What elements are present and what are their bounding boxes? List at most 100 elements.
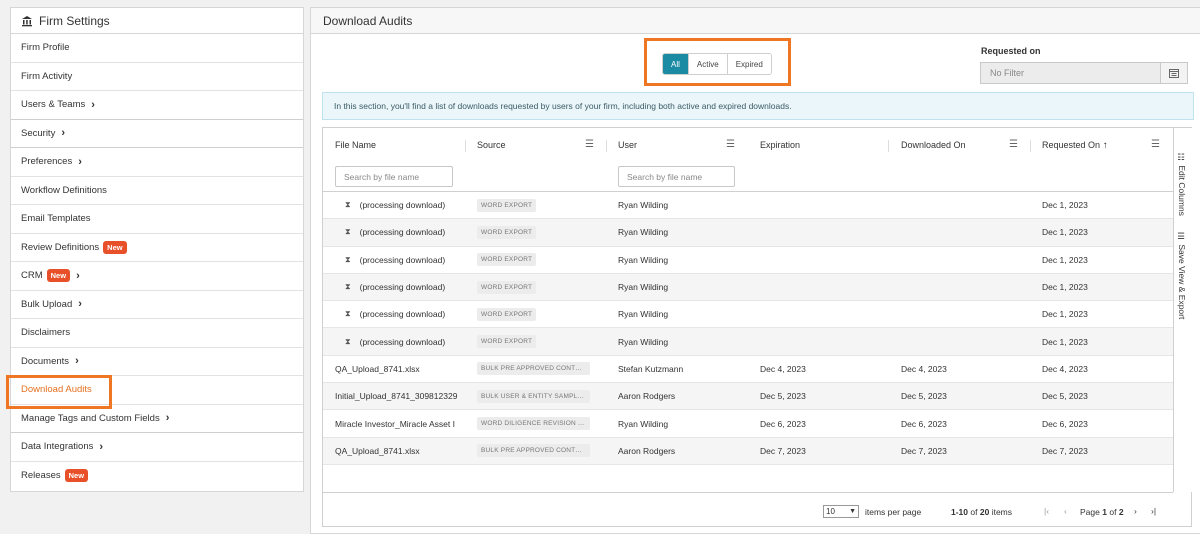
cell-expiration: Dec 5, 2023 — [760, 391, 806, 402]
table-row[interactable]: ⧗ (processing download) WORD EXPORT Ryan Wi… — [323, 328, 1173, 356]
file-name-search-input[interactable]: Search by file name — [335, 166, 453, 187]
next-page-icon[interactable]: › — [1134, 506, 1137, 516]
sidebar-item-firm-profile[interactable]: Firm Profile — [11, 34, 303, 63]
table-row[interactable]: QA_Upload_8741.xlsx BULK PRE APPROVED CON… — [323, 437, 1173, 465]
calendar-icon[interactable] — [1160, 63, 1187, 83]
chevron-right-icon: › — [78, 155, 82, 168]
table-row[interactable]: Initial_Upload_8741_309812329 BULK USER &… — [323, 383, 1173, 411]
grid-header: File Name Source ☰ User ☰ Expiration Dow… — [323, 128, 1173, 192]
cell-requested-on: Dec 1, 2023 — [1042, 254, 1088, 265]
source-badge: WORD EXPORT — [477, 225, 537, 239]
sort-ascending-icon: ↑ — [1102, 140, 1108, 151]
table-row[interactable]: ⧗ (processing download) WORD EXPORT Ryan Wi… — [323, 219, 1173, 247]
cell-user: Ryan Wilding — [618, 200, 669, 211]
cell-requested-on: Dec 6, 2023 — [1042, 418, 1088, 429]
sidebar-item-preferences[interactable]: Preferences › — [11, 148, 303, 177]
cell-file-name: ⧗ (processing download) — [345, 282, 446, 293]
prev-page-icon[interactable]: ‹ — [1064, 506, 1067, 516]
last-page-icon[interactable]: ›| — [1151, 506, 1156, 516]
user-search-input[interactable]: Search by file name — [618, 166, 735, 187]
new-badge: New — [46, 269, 71, 283]
column-expiration[interactable]: Expiration — [760, 140, 800, 150]
column-menu-icon[interactable]: ☰ — [1151, 139, 1160, 150]
table-row[interactable]: ⧗ (processing download) WORD EXPORT Ryan Wi… — [323, 273, 1173, 302]
column-menu-icon[interactable]: ☰ — [726, 139, 735, 150]
cell-file-name: ⧗ (processing download) — [345, 309, 446, 320]
hourglass-icon: ⧗ — [345, 254, 351, 264]
sidebar-item-bulk-upload[interactable]: Bulk Upload › — [11, 291, 303, 319]
column-file-name[interactable]: File Name — [335, 140, 376, 150]
column-menu-icon[interactable]: ☰ — [585, 139, 594, 150]
sidebar-item-crm[interactable]: CRM New › — [11, 262, 303, 291]
column-requested-on[interactable]: Requested On ↑ — [1042, 140, 1108, 151]
requested-on-date-filter[interactable]: No Filter — [980, 62, 1188, 84]
cell-file-name: Initial_Upload_8741_309812329 — [335, 391, 458, 402]
cell-source: WORD EXPORT — [477, 247, 597, 273]
cell-expiration: Dec 6, 2023 — [760, 418, 806, 429]
first-page-icon[interactable]: |‹ — [1044, 506, 1049, 516]
source-badge: WORD EXPORT — [477, 335, 537, 349]
edit-columns-button[interactable]: ☷ Edit Columns — [1177, 153, 1187, 216]
sidebar-item-disclaimers[interactable]: Disclaimers — [11, 319, 303, 348]
sidebar-item-data-integrations[interactable]: Data Integrations › — [11, 433, 303, 462]
cell-expiration: Dec 4, 2023 — [760, 363, 806, 374]
cell-requested-on: Dec 1, 2023 — [1042, 309, 1088, 320]
table-row[interactable]: ⧗ (processing download) WORD EXPORT Ryan Wi… — [323, 301, 1173, 329]
sidebar-item-releases[interactable]: Releases New — [11, 462, 303, 491]
cell-source: WORD EXPORT — [477, 301, 597, 327]
hourglass-icon: ⧗ — [345, 309, 351, 319]
sidebar-item-email-templates[interactable]: Email Templates — [11, 205, 303, 234]
table-row[interactable]: ⧗ (processing download) WORD EXPORT Ryan Wi… — [323, 192, 1173, 220]
cell-expiration — [760, 192, 880, 218]
sidebar-item-workflow-definitions[interactable]: Workflow Definitions — [11, 177, 303, 205]
requested-on-label: Requested on — [981, 46, 1041, 56]
cell-expiration — [760, 328, 880, 354]
columns-icon: ☷ — [1177, 153, 1187, 166]
cell-source: WORD DILIGENCE REVISION EX... — [477, 410, 597, 436]
info-banner: In this section, you'll find a list of d… — [322, 92, 1194, 120]
cell-expiration — [760, 247, 880, 273]
bank-icon — [22, 15, 32, 26]
sidebar-item-review-definitions[interactable]: Review Definitions New — [11, 234, 303, 262]
download-audits-highlight — [6, 375, 112, 409]
column-source[interactable]: Source — [477, 140, 506, 150]
source-badge: WORD EXPORT — [477, 280, 537, 294]
chevron-right-icon: › — [76, 269, 80, 282]
sidebar-item-users-teams[interactable]: Users & Teams › — [11, 91, 303, 120]
save-view-export-button[interactable]: ☰ Save View & Export — [1177, 232, 1187, 319]
chevron-right-icon: › — [91, 98, 95, 111]
table-row[interactable]: Miracle Investor_Miracle Asset I WORD DIL… — [323, 410, 1173, 438]
page-title: Download Audits — [311, 8, 1200, 34]
cell-source: WORD EXPORT — [477, 328, 597, 354]
cell-user: Ryan Wilding — [618, 254, 669, 265]
cell-expiration — [760, 301, 880, 327]
sidebar-item-security[interactable]: Security › — [11, 120, 303, 148]
column-downloaded-on[interactable]: Downloaded On — [901, 140, 966, 150]
table-row[interactable]: QA_Upload_8741.xlsx BULK PRE APPROVED CON… — [323, 356, 1173, 384]
cell-requested-on: Dec 5, 2023 — [1042, 391, 1088, 402]
cell-source: BULK USER & ENTITY SAMPLE F... — [477, 383, 597, 409]
page-size-select[interactable]: 10 ▼ — [823, 505, 859, 518]
table-row[interactable]: ⧗ (processing download) WORD EXPORT Ryan Wi… — [323, 247, 1173, 274]
settings-sidebar: Firm Settings Firm Profile Firm Activity… — [10, 7, 304, 492]
sidebar-item-documents[interactable]: Documents › — [11, 348, 303, 376]
cell-downloaded-on — [901, 274, 1021, 300]
column-menu-icon[interactable]: ☰ — [1009, 139, 1018, 150]
cell-downloaded-on — [901, 219, 1021, 245]
cell-file-name: QA_Upload_8741.xlsx — [335, 445, 420, 456]
page-indicator: Page 1 of 2 — [1080, 507, 1124, 517]
sidebar-header: Firm Settings — [11, 8, 303, 34]
main-panel: Download Audits All Active Expired Reque… — [310, 7, 1200, 534]
column-user[interactable]: User — [618, 140, 637, 150]
sidebar-title: Firm Settings — [39, 13, 110, 28]
new-badge: New — [103, 240, 127, 254]
source-badge: WORD EXPORT — [477, 198, 537, 212]
cell-source: WORD EXPORT — [477, 219, 597, 245]
cell-downloaded-on — [901, 301, 1021, 327]
cell-downloaded-on: Dec 7, 2023 — [901, 445, 947, 456]
chevron-right-icon: › — [99, 440, 104, 453]
chevron-right-icon: › — [78, 298, 82, 311]
source-badge: WORD EXPORT — [477, 253, 537, 267]
menu-icon: ☰ — [1177, 232, 1187, 245]
sidebar-item-firm-activity[interactable]: Firm Activity — [11, 63, 303, 91]
